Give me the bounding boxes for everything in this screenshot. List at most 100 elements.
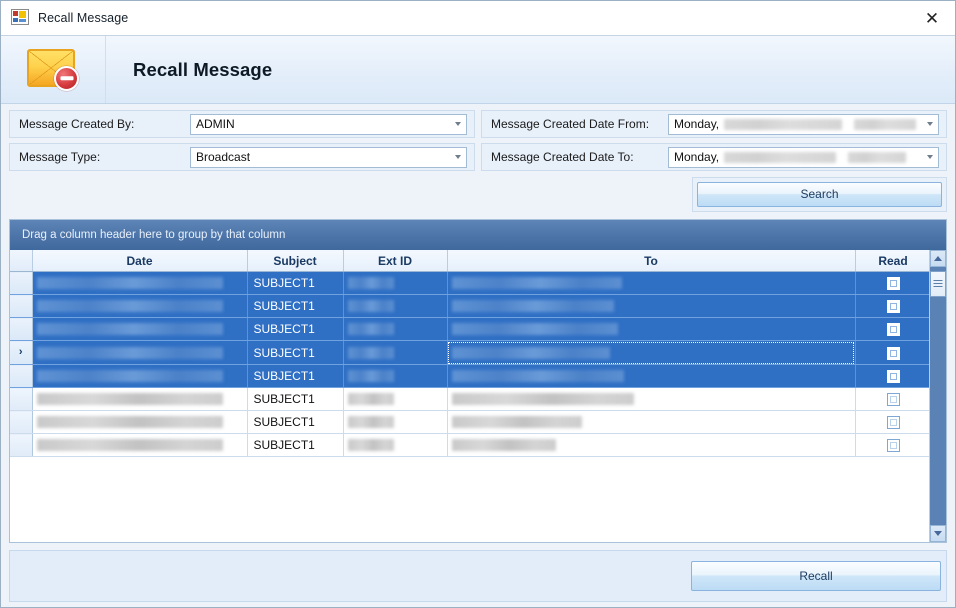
row-indicator[interactable]: › bbox=[10, 340, 33, 365]
close-icon[interactable]: ✕ bbox=[909, 1, 955, 35]
table-row[interactable]: › SUBJECT1 bbox=[10, 340, 946, 365]
grip-icon bbox=[933, 280, 943, 288]
current-row-arrow-icon: › bbox=[18, 346, 23, 358]
chevron-down-icon bbox=[927, 122, 933, 126]
cell-date bbox=[32, 317, 248, 341]
row-indicator[interactable] bbox=[10, 271, 33, 295]
label-message-created-date-to: Message Created Date To: bbox=[491, 150, 634, 164]
results-table-body: SUBJECT1 SUBJECT1 SUBJECT1 › SUBJECT1 SU… bbox=[10, 271, 946, 457]
column-header-ext-id[interactable]: Ext ID bbox=[343, 250, 448, 272]
row-indicator[interactable] bbox=[10, 364, 33, 388]
read-checkbox[interactable] bbox=[886, 393, 900, 407]
table-row[interactable]: SUBJECT1 bbox=[10, 294, 946, 318]
redacted-ext-id bbox=[347, 323, 394, 335]
scroll-down-button[interactable] bbox=[930, 525, 946, 542]
results-table: Date Subject Ext ID To Read SUBJECT1 SUB… bbox=[10, 250, 946, 457]
message-created-date-from-value: Monday, bbox=[674, 117, 720, 131]
message-created-date-from-datepicker[interactable]: Monday, bbox=[668, 113, 939, 135]
row-indicator[interactable] bbox=[10, 317, 33, 341]
grid-vertical-scrollbar[interactable] bbox=[929, 250, 946, 542]
cell-ext-id bbox=[343, 317, 448, 341]
group-by-panel[interactable]: Drag a column header here to group by th… bbox=[10, 220, 946, 250]
cell-date bbox=[32, 387, 248, 411]
read-checkbox[interactable] bbox=[886, 416, 900, 430]
cell-read bbox=[855, 433, 932, 457]
criteria-row-1: Message Created By: ADMIN Message Create… bbox=[9, 110, 947, 138]
footer-bar: Recall bbox=[1, 543, 955, 607]
column-header-read[interactable]: Read bbox=[855, 250, 932, 272]
message-created-date-to-datepicker[interactable]: Monday, bbox=[668, 146, 939, 168]
redacted-to bbox=[451, 393, 634, 405]
cell-date bbox=[32, 410, 248, 434]
read-checkbox[interactable] bbox=[886, 323, 900, 337]
cell-date bbox=[32, 364, 248, 388]
cell-to[interactable] bbox=[447, 340, 856, 365]
table-row[interactable]: SUBJECT1 bbox=[10, 387, 946, 411]
redacted-to bbox=[451, 300, 614, 312]
scroll-up-button[interactable] bbox=[930, 250, 946, 267]
redacted-ext-id bbox=[347, 277, 394, 289]
table-row[interactable]: SUBJECT1 bbox=[10, 317, 946, 341]
scrollbar-thumb[interactable] bbox=[930, 271, 946, 297]
read-checkbox[interactable] bbox=[886, 346, 900, 360]
redacted-ext-id bbox=[347, 370, 394, 382]
cell-date bbox=[32, 271, 248, 295]
cell-read bbox=[855, 340, 932, 365]
footer-panel: Recall bbox=[9, 550, 947, 602]
table-row[interactable]: SUBJECT1 bbox=[10, 433, 946, 457]
redacted-date bbox=[36, 300, 223, 312]
search-criteria-panel: Message Created By: ADMIN Message Create… bbox=[1, 104, 955, 176]
redacted-to bbox=[451, 277, 622, 289]
grid-scroll-area: Date Subject Ext ID To Read SUBJECT1 SUB… bbox=[10, 250, 946, 542]
cell-read bbox=[855, 317, 932, 341]
cell-subject: SUBJECT1 bbox=[247, 294, 344, 318]
redacted-ext-id bbox=[347, 393, 394, 405]
recall-button-container: Recall bbox=[691, 561, 941, 591]
redacted-to bbox=[451, 323, 618, 335]
redacted-ext-id bbox=[347, 300, 394, 312]
column-header-subject[interactable]: Subject bbox=[247, 250, 344, 272]
cell-to bbox=[447, 294, 856, 318]
scrollbar-track[interactable] bbox=[930, 267, 946, 525]
read-checkbox[interactable] bbox=[886, 439, 900, 453]
table-row[interactable]: SUBJECT1 bbox=[10, 271, 946, 295]
read-checkbox[interactable] bbox=[886, 370, 900, 384]
search-button-container: Search bbox=[692, 177, 947, 212]
label-message-created-date-from: Message Created Date From: bbox=[491, 117, 650, 131]
window-titlebar: Recall Message ✕ bbox=[1, 1, 955, 36]
read-checkbox[interactable] bbox=[886, 277, 900, 291]
redacted-date bbox=[36, 346, 223, 359]
row-indicator-header bbox=[10, 250, 33, 272]
cell-ext-id bbox=[343, 433, 448, 457]
search-button[interactable]: Search bbox=[697, 182, 942, 207]
message-type-combobox[interactable]: Broadcast bbox=[190, 146, 467, 168]
cell-read bbox=[855, 294, 932, 318]
cell-read bbox=[855, 387, 932, 411]
read-checkbox[interactable] bbox=[886, 300, 900, 314]
table-row[interactable]: SUBJECT1 bbox=[10, 364, 946, 388]
row-indicator[interactable] bbox=[10, 387, 33, 411]
redacted-to bbox=[451, 439, 556, 451]
cell-read bbox=[855, 410, 932, 434]
field-message-created-by: Message Created By: ADMIN bbox=[9, 110, 475, 138]
redacted-date bbox=[36, 393, 223, 405]
recall-button[interactable]: Recall bbox=[691, 561, 941, 591]
column-header-date[interactable]: Date bbox=[32, 250, 248, 272]
cell-subject: SUBJECT1 bbox=[247, 387, 344, 411]
table-row[interactable]: SUBJECT1 bbox=[10, 410, 946, 434]
label-message-type: Message Type: bbox=[19, 150, 101, 164]
cell-subject: SUBJECT1 bbox=[247, 410, 344, 434]
cell-subject: SUBJECT1 bbox=[247, 364, 344, 388]
column-header-to[interactable]: To bbox=[447, 250, 856, 272]
redacted-ext-id bbox=[347, 416, 394, 428]
redacted-to bbox=[451, 416, 582, 428]
redacted-ext-id bbox=[347, 346, 394, 359]
criteria-row-2: Message Type: Broadcast Message Created … bbox=[9, 143, 947, 171]
row-indicator[interactable] bbox=[10, 433, 33, 457]
redacted-to bbox=[451, 346, 610, 359]
row-indicator[interactable] bbox=[10, 410, 33, 434]
message-created-by-combobox[interactable]: ADMIN bbox=[190, 113, 467, 135]
table-header-row: Date Subject Ext ID To Read bbox=[10, 250, 946, 272]
row-indicator[interactable] bbox=[10, 294, 33, 318]
message-created-by-value: ADMIN bbox=[196, 117, 235, 131]
